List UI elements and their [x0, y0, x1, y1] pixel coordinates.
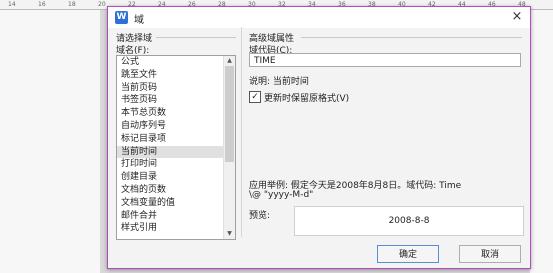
field-code-input[interactable]: TIME	[249, 53, 521, 67]
dialog-title: 域	[134, 15, 144, 26]
list-item[interactable]: 打印时间	[117, 158, 235, 171]
checkmark-icon: ✓	[251, 92, 259, 102]
list-item[interactable]: 文档变量的值	[117, 197, 235, 210]
field-name-list[interactable]: 公式 跳至文件 当前页码 书签页码 本节总页数 自动序列号 标记目录项 当前时间 打印时间 创建目…	[116, 55, 236, 240]
list-scrollbar[interactable]: ▲ ▼	[223, 56, 235, 239]
document-page-right	[530, 10, 553, 273]
ruler-mark: 14	[8, 1, 16, 8]
list-item[interactable]: 创建目录	[117, 171, 235, 184]
example-text-line2: \@ "yyyy-M-d"	[249, 190, 314, 200]
ruler-mark: 16	[38, 1, 46, 8]
list-item[interactable]: 书签页码	[117, 94, 235, 107]
list-item[interactable]: 当前页码	[117, 82, 235, 95]
list-item[interactable]: 本节总页数	[117, 107, 235, 120]
dialog-titlebar: W 域 ×	[108, 7, 530, 28]
list-item[interactable]: 当前时间	[117, 145, 235, 159]
cancel-button[interactable]: 取消	[459, 245, 521, 263]
wps-writer-icon: W	[115, 11, 128, 24]
preview-box: 2008-8-8	[294, 206, 524, 236]
ok-button[interactable]: 确定	[377, 245, 439, 263]
list-item[interactable]: 样式引用	[117, 222, 235, 235]
preserve-format-label[interactable]: 更新时保留原格式(V)	[264, 91, 349, 104]
list-item[interactable]: 跳至文件	[117, 69, 235, 82]
field-description: 说明: 当前时间	[249, 77, 309, 87]
scrollbar-thumb[interactable]	[225, 66, 234, 162]
ruler-mark: 20	[98, 1, 106, 8]
field-dialog: W 域 × 请选择域 域名(F): 公式 跳至文件 当前页码 书签页码 本节总页数 自动序…	[107, 6, 531, 269]
scroll-up-icon[interactable]: ▲	[224, 56, 235, 66]
list-item[interactable]: 文档的页数	[117, 184, 235, 197]
close-button[interactable]: ×	[510, 10, 524, 24]
document-page-left	[0, 10, 100, 273]
left-section-divider	[156, 37, 236, 38]
list-item[interactable]: 公式	[117, 56, 235, 69]
list-item[interactable]: 邮件合并	[117, 210, 235, 223]
preserve-format-checkbox[interactable]: ✓	[249, 91, 261, 103]
list-item[interactable]: 标记目录项	[117, 133, 235, 146]
list-item[interactable]: 自动序列号	[117, 120, 235, 133]
right-section-divider	[301, 37, 522, 38]
section-separator	[241, 27, 242, 237]
ruler-mark: 18	[68, 1, 76, 8]
scroll-down-icon[interactable]: ▼	[224, 229, 235, 239]
preview-label: 预览:	[249, 211, 271, 221]
